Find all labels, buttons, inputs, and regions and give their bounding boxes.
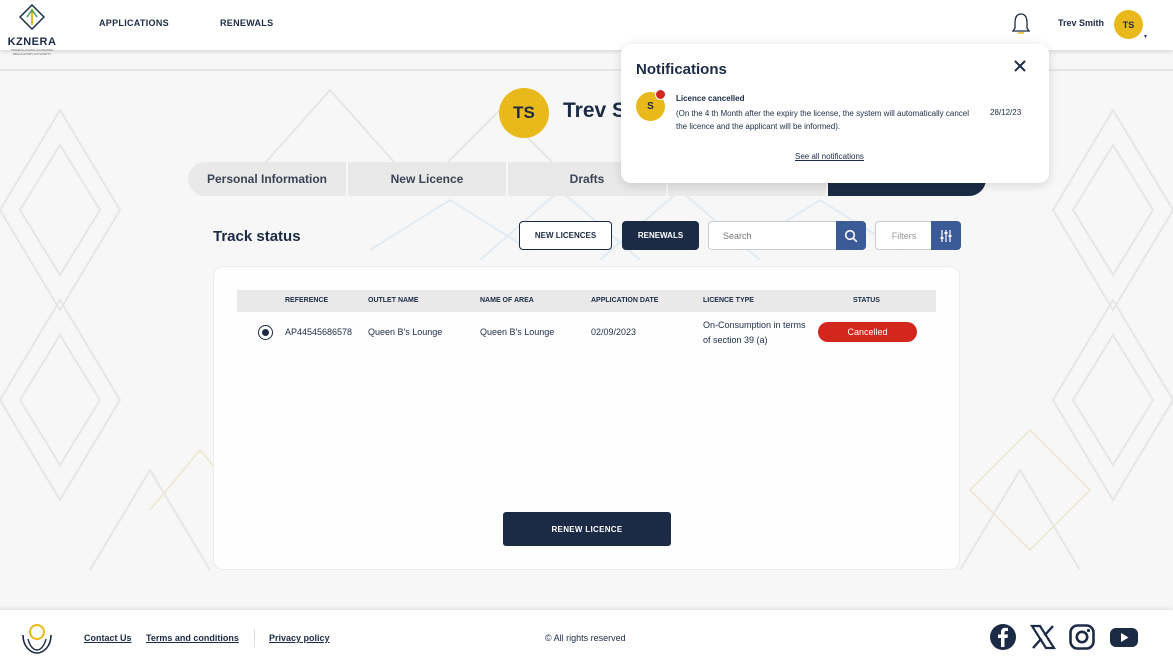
logo-subtext: KWAZULU-NATAL ECONOMIC REGULATORY AUTHOR…	[10, 48, 53, 56]
see-all-notifications-link[interactable]: See all notifications	[795, 152, 864, 161]
contact-us-link[interactable]: Contact Us	[84, 633, 132, 643]
notifications-title: Notifications	[636, 61, 727, 78]
terms-link[interactable]: Terms and conditions	[146, 633, 239, 643]
col-reference: REFERENCE	[285, 297, 329, 304]
footer-logo-icon	[22, 624, 52, 654]
notification-body: (On the 4 th Month after the expiry the …	[676, 109, 970, 131]
chevron-down-icon[interactable]: ▼	[1143, 34, 1148, 40]
filters-button[interactable]	[931, 221, 961, 250]
cell-reference: AP44545686578	[285, 327, 353, 337]
user-name[interactable]: Trev Smith	[1058, 18, 1104, 28]
notification-date: 28/12/23	[990, 108, 1022, 117]
instagram-icon[interactable]	[1068, 623, 1096, 651]
kznera-logo[interactable]: KZNERA KWAZULU-NATAL ECONOMIC REGULATORY…	[3, 3, 61, 56]
youtube-icon[interactable]	[1109, 623, 1139, 651]
status-badge: Cancelled	[818, 322, 917, 342]
col-licence-type: LICENCE TYPE	[703, 297, 754, 304]
cell-licence-type-line1: On-Consumption in terms	[703, 320, 806, 330]
cell-outlet-name: Queen B's Lounge	[368, 327, 443, 337]
renewals-button[interactable]: RENEWALS	[622, 221, 699, 250]
top-header: KZNERA KWAZULU-NATAL ECONOMIC REGULATORY…	[0, 0, 1173, 56]
nav-renewals[interactable]: RENEWALS	[220, 18, 273, 28]
page-footer: Contact Us Terms and conditions Privacy …	[0, 610, 1173, 660]
close-icon[interactable]	[1012, 58, 1028, 74]
new-licences-button[interactable]: NEW LICENCES	[519, 221, 612, 250]
facebook-icon[interactable]	[989, 623, 1017, 651]
logo-text: KZNERA	[7, 36, 57, 48]
notification-title[interactable]: Licence cancelled	[676, 94, 744, 103]
x-icon[interactable]	[1029, 623, 1057, 651]
row-select-radio[interactable]	[258, 325, 273, 340]
profile-avatar: TS	[499, 88, 549, 138]
track-status-title: Track status	[213, 228, 301, 245]
logo-diamond-icon	[18, 3, 46, 31]
col-outlet-name: OUTLET NAME	[368, 297, 419, 304]
bell-icon[interactable]	[1011, 12, 1031, 36]
privacy-policy-link[interactable]: Privacy policy	[269, 633, 330, 643]
tab-personal-information[interactable]: Personal Information	[188, 162, 346, 196]
footer-divider	[254, 629, 255, 647]
copyright-text: © All rights reserved	[545, 633, 626, 643]
user-avatar[interactable]: TS	[1114, 10, 1143, 39]
search-button[interactable]	[836, 221, 866, 250]
col-status: STATUS	[853, 297, 880, 304]
col-application-date: APPLICATION DATE	[591, 297, 659, 304]
tab-new-licence[interactable]: New Licence	[348, 162, 506, 196]
unread-dot	[655, 89, 666, 100]
col-name-of-area: NAME OF AREA	[480, 297, 534, 304]
filters-field[interactable]: Filters	[875, 221, 932, 250]
nav-applications[interactable]: APPLICATIONS	[99, 18, 169, 28]
search-input[interactable]	[708, 221, 838, 250]
cell-area: Queen B's Lounge	[480, 327, 555, 337]
table-header-row	[237, 290, 936, 312]
sliders-icon	[940, 229, 952, 242]
cell-date: 02/09/2023	[591, 327, 637, 337]
search-icon	[844, 229, 858, 242]
cell-licence-type-line2: of section 39 (a)	[703, 335, 768, 345]
renew-licence-button[interactable]: RENEW LICENCE	[503, 512, 671, 546]
notifications-panel: Notifications S Licence cancelled (On th…	[621, 44, 1049, 183]
radio-selected-dot	[262, 329, 269, 336]
